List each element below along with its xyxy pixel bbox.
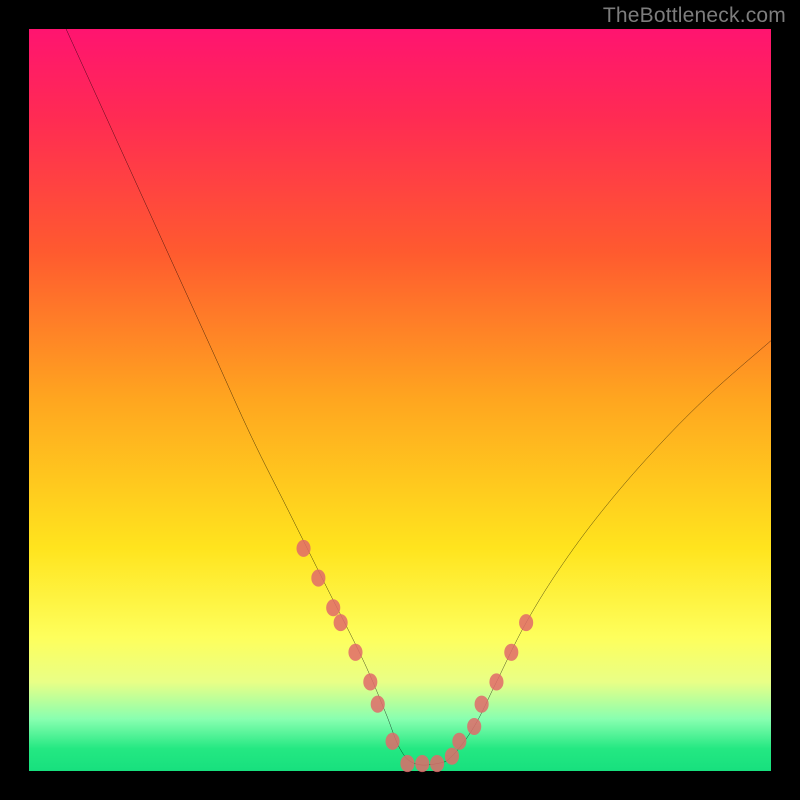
marker-dot [400,755,414,772]
marker-dot [445,748,459,765]
marker-dot [363,673,377,690]
marker-dot [326,599,340,616]
marker-dot [371,696,385,713]
marker-dot [489,673,503,690]
watermark-text: TheBottleneck.com [603,4,786,28]
marker-dot [430,755,444,772]
plot-area [29,29,771,771]
marker-dot [467,718,481,735]
marker-dot [296,540,310,557]
marker-dot [311,570,325,587]
marker-dot [504,644,518,661]
marker-dot [452,733,466,750]
marker-dot [519,614,533,631]
marker-dot [415,755,429,772]
marker-dot [348,644,362,661]
chart-stage: TheBottleneck.com [0,0,800,800]
chart-svg [29,29,771,771]
marker-group [296,540,533,772]
marker-dot [334,614,348,631]
marker-dot [475,696,489,713]
marker-dot [386,733,400,750]
curve-path [66,29,771,765]
